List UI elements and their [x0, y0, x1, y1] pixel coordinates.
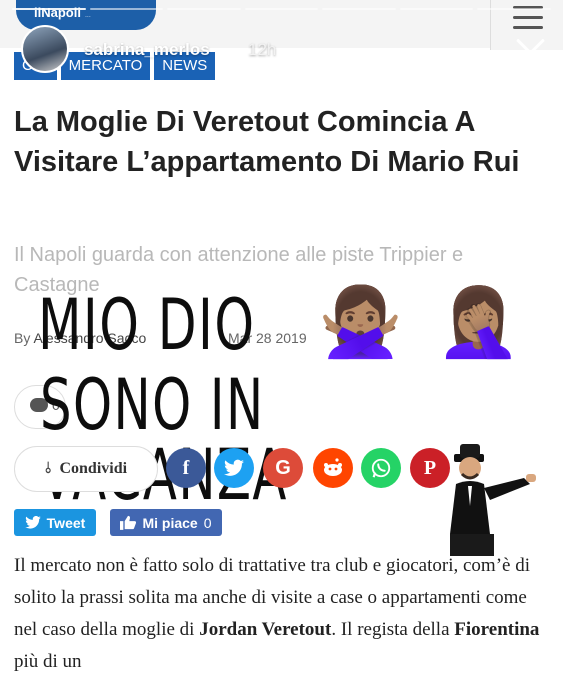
body-bold-club: Fiorentina — [454, 619, 540, 640]
site-logo-sub: ... — [84, 12, 91, 19]
body-text: . Il regista della — [331, 619, 455, 640]
overlay-text-line1: MIO DIO — [38, 284, 256, 366]
share-label: Condividi — [59, 460, 128, 477]
close-icon[interactable] — [514, 36, 548, 70]
google-icon[interactable]: G — [263, 448, 303, 488]
progress-segment — [322, 8, 396, 10]
like-label: Mi piace — [142, 514, 198, 531]
progress-segment — [244, 8, 319, 10]
progress-segment — [89, 8, 164, 10]
whatsapp-icon[interactable] — [361, 448, 401, 488]
progress-segment — [399, 8, 474, 10]
facepalm-emoji: 🤦🏽‍♀️ — [436, 284, 521, 360]
progress-segment — [167, 8, 241, 10]
article-body: Il mercato non è fatto solo di trattativ… — [14, 550, 544, 678]
twitter-icon[interactable] — [214, 448, 254, 488]
tweet-label: Tweet — [46, 514, 86, 531]
thumbs-up-icon — [120, 515, 137, 530]
story-username[interactable]: sabrina_merlos — [84, 40, 210, 60]
article-title: La Moglie Di Veretout Comincia A Visitar… — [14, 106, 520, 178]
reddit-icon[interactable] — [313, 448, 353, 488]
share-button[interactable]: ⫰ Condividi — [14, 446, 158, 492]
tweet-button[interactable]: Tweet — [14, 509, 96, 536]
byline-prefix: By — [14, 330, 31, 346]
avatar[interactable] — [21, 25, 69, 73]
body-bold-player: Jordan Veretout — [199, 619, 332, 640]
story-progress-bar — [12, 8, 552, 10]
man-sticker — [450, 444, 536, 556]
facebook-icon[interactable]: f — [166, 448, 206, 488]
like-button[interactable]: Mi piace 0 — [110, 509, 222, 536]
pinterest-icon[interactable]: P — [410, 448, 450, 488]
story-time: 12h — [248, 40, 277, 59]
progress-segment — [12, 8, 86, 10]
twitter-bird-icon — [24, 516, 41, 529]
gesturing-no-emoji: 🙅🏽‍♀️ — [318, 284, 403, 360]
body-text: più di un — [14, 651, 82, 672]
progress-segment — [477, 8, 552, 10]
share-icon: ⫰ — [44, 461, 52, 477]
like-count: 0 — [203, 514, 212, 531]
